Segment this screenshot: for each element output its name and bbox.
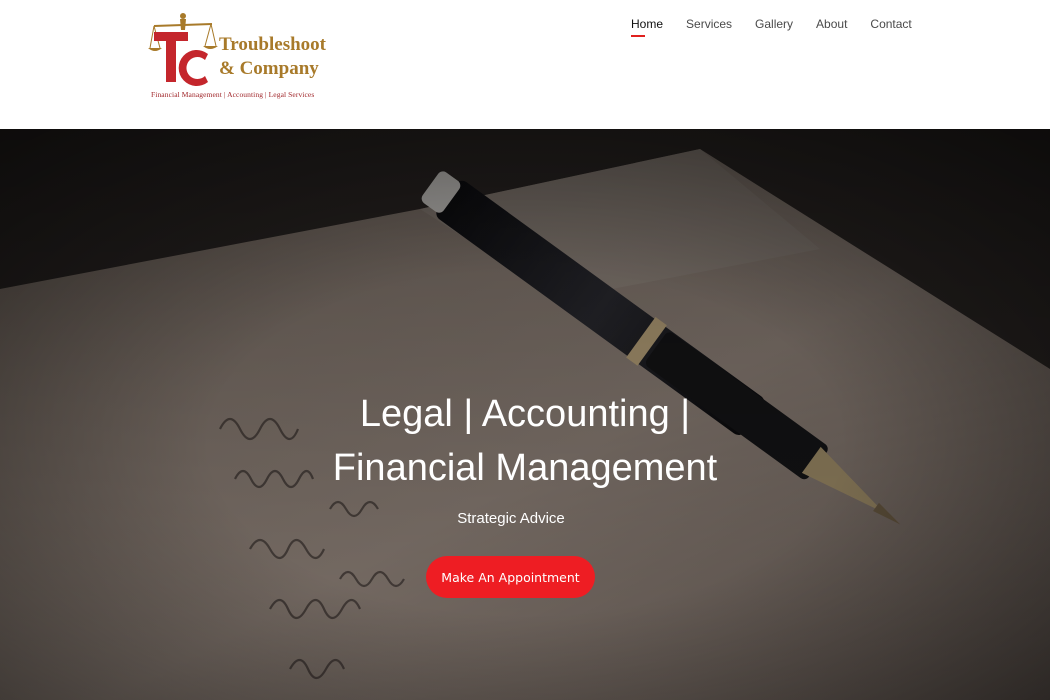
hero-section: Legal | Accounting | Financial Managemen… [0,129,1050,700]
brand-name-line2: & Company [219,58,319,79]
hero-subtitle: Strategic Advice [457,510,565,527]
hero-title: Legal | Accounting | Financial Managemen… [332,393,718,489]
brand-name-line1: Troubleshoot [219,34,326,55]
brand-tagline: Financial Management | Accounting | Lega… [151,90,315,99]
make-appointment-button[interactable]: Make An Appointment [426,556,595,598]
nav-about[interactable]: About [816,17,847,37]
nav-services[interactable]: Services [686,17,732,37]
main-nav: Home Services Gallery About Contact [631,17,935,37]
nav-gallery[interactable]: Gallery [755,17,793,37]
brand-logo[interactable]: Troubleshoot & Company Financial Managem… [148,10,338,102]
nav-home[interactable]: Home [631,17,663,37]
brand-name: Troubleshoot & Company [219,33,326,81]
nav-contact[interactable]: Contact [870,17,911,37]
site-header: Troubleshoot & Company Financial Managem… [0,0,1050,129]
scales-of-justice-logo-icon [148,13,218,86]
